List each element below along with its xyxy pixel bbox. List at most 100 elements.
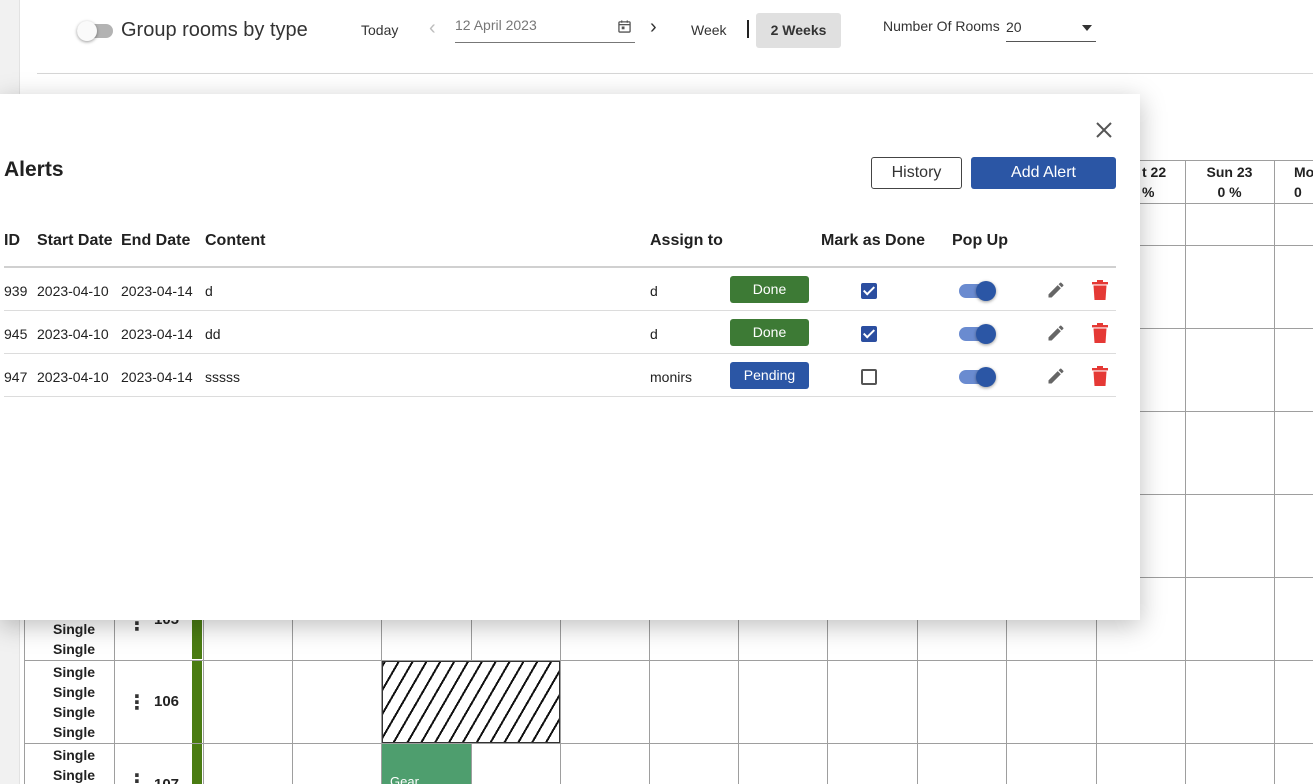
day-header: Mo 0 (1274, 162, 1313, 202)
alert-content: sssss (205, 369, 240, 385)
rooms-select-value: 20 (1006, 19, 1022, 35)
day-header: Sun 23 0 % (1185, 162, 1274, 202)
column-header-pop-up: Pop Up (952, 232, 1008, 249)
grid-line (917, 619, 918, 784)
table-row: 939 2023-04-10 2023-04-14 d d Done (4, 268, 1116, 311)
room-status-bar (192, 744, 202, 784)
room-status-bar (192, 619, 202, 659)
room-type-list: Single Single (50, 619, 98, 659)
booking-label: Gear (390, 774, 419, 784)
trash-icon[interactable] (1092, 323, 1108, 343)
toolbar-divider (37, 73, 1313, 74)
grid-line (1185, 619, 1186, 784)
room-number: 107 (154, 776, 179, 784)
alert-assignee: d (650, 326, 658, 342)
table-row: 947 2023-04-10 2023-04-14 sssss monirs P… (4, 354, 1116, 397)
chevron-left-icon[interactable]: ‹ (429, 17, 436, 40)
two-weeks-view-button[interactable]: 2 Weeks (756, 13, 841, 48)
blocked-period[interactable] (382, 661, 560, 743)
alert-end-date: 2023-04-14 (121, 283, 193, 299)
day-occupancy: 0 % (1217, 184, 1242, 200)
grid-line (24, 619, 25, 784)
grid-line (649, 619, 650, 784)
room-type: Single (52, 684, 95, 700)
alert-start-date: 2023-04-10 (37, 283, 109, 299)
column-header-mark-done: Mark as Done (821, 232, 926, 249)
room-rows: Single Single ⋮ 105 Single Single Single… (24, 611, 1313, 784)
booking-block[interactable]: Gear (382, 744, 471, 784)
column-header-end-date: End Date (121, 232, 191, 249)
mark-done-checkbox[interactable] (861, 326, 877, 342)
alerts-dialog: Alerts History Add Alert ID Start Date E… (0, 94, 1140, 620)
trash-icon[interactable] (1092, 366, 1108, 386)
room-type-list: Single Single (50, 745, 98, 784)
history-button[interactable]: History (871, 157, 962, 189)
status-badge[interactable]: Pending (730, 362, 809, 389)
today-button[interactable]: Today (361, 22, 398, 38)
room-type: Single (52, 747, 95, 763)
close-icon[interactable] (1094, 120, 1114, 140)
number-of-rooms-select[interactable]: 20 (1006, 16, 1096, 42)
date-value: 12 April 2023 (455, 17, 537, 33)
grid-line (738, 619, 739, 784)
room-number: 106 (154, 693, 180, 710)
alert-start-date: 2023-04-10 (37, 369, 109, 385)
toggle-knob (976, 281, 996, 301)
trash-icon[interactable] (1092, 280, 1108, 300)
view-separator (747, 20, 749, 38)
mark-done-checkbox[interactable] (861, 369, 877, 385)
alert-id: 947 (4, 369, 28, 385)
more-vert-icon[interactable]: ⋮ (127, 769, 147, 784)
caret-down-icon (1082, 25, 1092, 31)
alert-id: 945 (4, 326, 28, 342)
add-alert-button[interactable]: Add Alert (971, 157, 1116, 189)
grid-line (560, 619, 561, 784)
calendar-icon[interactable] (618, 20, 631, 33)
room-type: Single (52, 641, 95, 657)
room-type: Single (52, 664, 95, 680)
more-vert-icon[interactable]: ⋮ (127, 690, 147, 715)
alert-start-date: 2023-04-10 (37, 326, 109, 342)
alert-assignee: monirs (650, 369, 693, 385)
grid-line (292, 619, 293, 784)
alert-id: 939 (4, 283, 28, 299)
column-header-content: Content (205, 232, 266, 249)
pencil-icon[interactable] (1046, 280, 1066, 300)
room-type: Single (52, 724, 95, 740)
mark-done-checkbox[interactable] (861, 283, 877, 299)
day-name: t 22 (1142, 164, 1167, 180)
date-picker-field[interactable]: 12 April 2023 (455, 17, 635, 43)
pencil-icon[interactable] (1046, 323, 1066, 343)
alert-end-date: 2023-04-14 (121, 369, 193, 385)
grid-line (24, 743, 1313, 744)
alert-content: d (205, 283, 213, 299)
group-rooms-label: Group rooms by type (121, 19, 308, 41)
grid-line (203, 619, 204, 784)
popup-toggle[interactable] (959, 367, 996, 387)
toggle-knob (976, 367, 996, 387)
day-name: Mo (1294, 164, 1313, 180)
column-header-start-date: Start Date (37, 232, 113, 249)
alert-end-date: 2023-04-14 (121, 326, 193, 342)
day-occupancy: 0 (1294, 184, 1302, 200)
status-badge[interactable]: Done (730, 276, 809, 303)
table-row: 945 2023-04-10 2023-04-14 dd d Done (4, 311, 1116, 354)
alert-content: dd (205, 326, 221, 342)
popup-toggle[interactable] (959, 281, 996, 301)
popup-toggle[interactable] (959, 324, 996, 344)
alert-assignee: d (650, 283, 658, 299)
grid-line (24, 660, 1313, 661)
week-view-button[interactable]: Week (691, 22, 727, 38)
status-badge[interactable]: Done (730, 319, 809, 346)
grid-line (1096, 619, 1097, 784)
toggle-knob (976, 324, 996, 344)
toggle-knob (77, 21, 97, 41)
number-of-rooms-label: Number Of Rooms (883, 18, 1000, 34)
dialog-title: Alerts (4, 158, 64, 181)
group-rooms-toggle[interactable] (77, 21, 113, 41)
grid-line (827, 619, 828, 784)
pencil-icon[interactable] (1046, 366, 1066, 386)
room-type: Single (52, 767, 95, 783)
chevron-right-icon[interactable]: › (650, 16, 657, 39)
grid-line (1006, 619, 1007, 784)
